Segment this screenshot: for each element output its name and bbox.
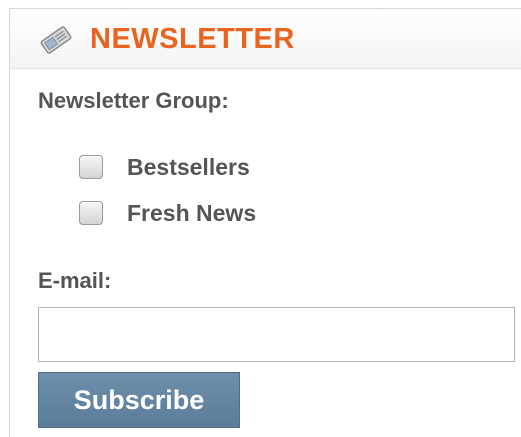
newsletter-widget: NEWSLETTER Newsletter Group: Bestsellers… xyxy=(9,8,521,437)
fresh-news-label: Fresh News xyxy=(127,200,257,226)
fresh-news-checkbox[interactable] xyxy=(79,201,103,225)
email-label: E-mail: xyxy=(38,268,112,293)
subscribe-button[interactable]: Subscribe xyxy=(38,372,240,428)
option-fresh-news[interactable]: Fresh News xyxy=(79,196,256,230)
bestsellers-checkbox[interactable] xyxy=(79,155,103,179)
email-input[interactable] xyxy=(38,307,515,362)
widget-header: NEWSLETTER xyxy=(10,9,521,69)
newsletter-group-label: Newsletter Group: xyxy=(38,88,229,113)
option-bestsellers[interactable]: Bestsellers xyxy=(79,150,250,184)
widget-title: NEWSLETTER xyxy=(90,23,295,55)
newspaper-icon xyxy=(36,23,76,57)
bestsellers-label: Bestsellers xyxy=(127,154,250,180)
